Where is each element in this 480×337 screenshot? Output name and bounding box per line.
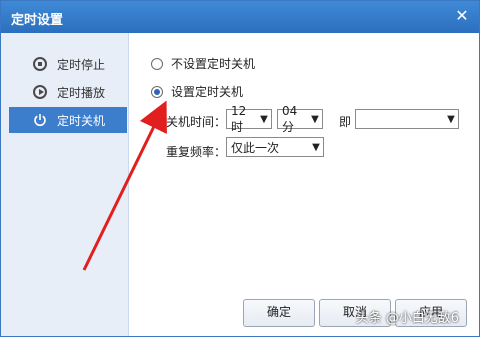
immediate-label: 即 <box>339 115 352 129</box>
radio-label: 不设置定时关机 <box>171 57 256 71</box>
immediate-select[interactable]: ▼ <box>355 109 459 129</box>
settings-panel: 不设置定时关机 设置定时关机 关机时间： 12时 ▼ 04分 ▼ 即 ▼ 重复频… <box>129 33 479 336</box>
shutdown-time-label: 关机时间： <box>166 115 227 129</box>
minute-value: 04分 <box>282 103 298 134</box>
hour-select[interactable]: 12时 ▼ <box>226 104 272 134</box>
chevron-down-icon: ▼ <box>312 141 320 153</box>
repeat-label: 重复频率： <box>166 145 227 159</box>
radio-set-shutdown[interactable]: 设置定时关机 <box>151 83 243 100</box>
radio-button[interactable] <box>151 57 163 70</box>
timer-settings-dialog: 定时设置 ✕ 定时停止 定时播放 定时关机 不设置定时关机 设置定时关机 关机时… <box>0 0 480 337</box>
radio-label: 设置定时关机 <box>171 85 244 99</box>
minute-select[interactable]: 04分 ▼ <box>277 104 323 134</box>
chevron-down-icon: ▼ <box>311 113 319 125</box>
radio-no-shutdown[interactable]: 不设置定时关机 <box>151 55 255 72</box>
watermark: 头条 @小白无敌6 <box>355 311 459 326</box>
hour-value: 12时 <box>231 103 247 134</box>
close-icon[interactable]: ✕ <box>453 7 471 25</box>
ok-button[interactable]: 确定 <box>243 299 315 327</box>
play-icon <box>33 85 47 99</box>
sidebar-item-label: 定时关机 <box>57 113 106 128</box>
dialog-title: 定时设置 <box>11 13 64 28</box>
title-bar: 定时设置 ✕ <box>1 1 479 33</box>
sidebar-item-timer-shutdown[interactable]: 定时关机 <box>9 107 127 133</box>
sidebar-item-label: 定时停止 <box>57 57 106 72</box>
repeat-select[interactable]: 仅此一次 ▼ <box>226 137 324 157</box>
power-icon <box>34 114 46 127</box>
sidebar: 定时停止 定时播放 定时关机 <box>1 33 129 336</box>
radio-button-checked[interactable] <box>151 85 163 98</box>
repeat-value: 仅此一次 <box>231 140 280 155</box>
sidebar-item-label: 定时播放 <box>57 85 106 100</box>
chevron-down-icon: ▼ <box>447 113 455 125</box>
stop-icon <box>33 57 47 71</box>
chevron-down-icon: ▼ <box>260 113 268 125</box>
sidebar-item-timer-stop[interactable]: 定时停止 <box>9 51 127 77</box>
sidebar-item-timer-play[interactable]: 定时播放 <box>9 79 127 105</box>
